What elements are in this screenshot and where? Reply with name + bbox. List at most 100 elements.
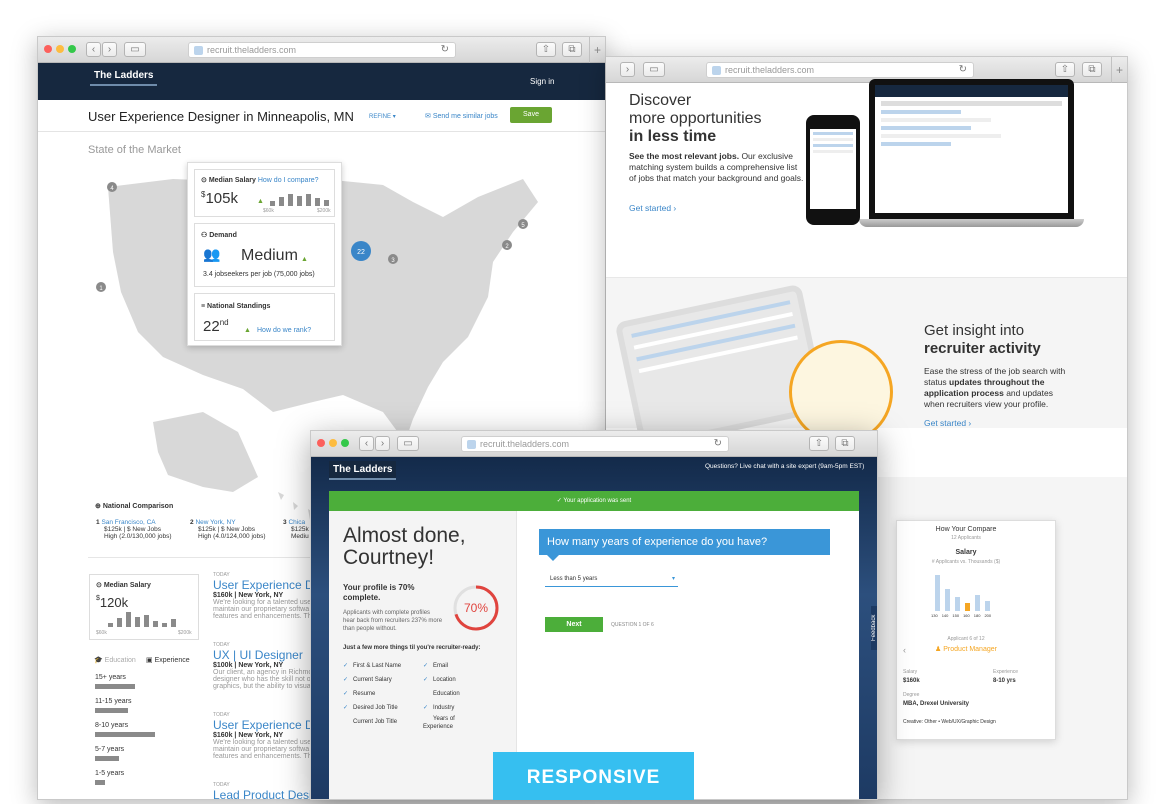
standings-suffix: nd [219, 318, 229, 327]
national-salary: $125k | $ New Jobs [198, 526, 255, 533]
checklist-item[interactable]: ✓ Email [423, 659, 473, 673]
national-item[interactable]: 2 New York, NY $125k | $ New Jobs High (… [190, 519, 280, 540]
favicon-icon [194, 46, 203, 55]
checklist-item[interactable]: ✓ Location [423, 673, 473, 687]
tabs-button[interactable]: ⧉ [562, 42, 582, 57]
forward-button[interactable]: › [102, 42, 117, 57]
up-arrow-icon: ▲ [244, 327, 251, 334]
job-item[interactable]: TODAY Lead Product Desig [213, 782, 318, 799]
national-rank: 2 [190, 519, 194, 526]
job-meta: $160k | New York, NY [213, 592, 284, 599]
save-button[interactable]: Save [510, 107, 552, 123]
national-salary: $125k | $ New Jobs [104, 526, 161, 533]
hero-line-1: Discover [629, 92, 692, 109]
briefcase-icon: ▣ [146, 657, 153, 664]
close-window-button[interactable] [44, 45, 52, 53]
ladders-logo[interactable]: The Ladders [329, 461, 397, 480]
job-item[interactable]: TODAY User Experience De $160k | New Yor… [213, 712, 320, 782]
question-progress: QUESTION 1 OF 6 [611, 622, 654, 628]
checklist-item[interactable]: ✓ Current Salary [343, 673, 401, 687]
dollar-icon: ⊙ [201, 177, 207, 184]
success-banner: ✓ Your application was sent [329, 491, 859, 511]
tabs-button[interactable]: ⧉ [1082, 62, 1102, 77]
applicant-job: ♟ Product Manager [935, 646, 997, 653]
close-window-button[interactable] [317, 439, 325, 447]
back-button[interactable]: ‹ [359, 436, 374, 451]
signin-link[interactable]: Sign in [530, 77, 554, 86]
national-city[interactable]: San Francisco, CA [101, 519, 155, 526]
national-item[interactable]: 1 San Francisco, CA $125k | $ New Jobs H… [96, 519, 186, 540]
back-button[interactable]: ‹ [86, 42, 101, 57]
national-city[interactable]: New York, NY [195, 519, 235, 526]
refine-dropdown[interactable]: REFINE ▾ [369, 113, 396, 120]
side-salary-histogram [108, 611, 176, 627]
feedback-tab[interactable]: Feedback [871, 606, 877, 650]
forward-button[interactable]: › [620, 62, 635, 77]
tab-experience[interactable]: ▣ Experience [146, 656, 190, 664]
experience-select[interactable]: Less than 5 years ▾ [545, 572, 678, 587]
checklist-item[interactable]: ✓ First & Last Name [343, 659, 401, 673]
new-tab-button[interactable]: + [589, 37, 605, 63]
check-icon: ✓ [343, 691, 349, 697]
reload-icon[interactable]: ↻ [441, 43, 449, 57]
chevron-down-icon: ▾ [392, 114, 396, 120]
address-bar[interactable]: recruit.theladders.com ↻ [461, 436, 729, 452]
responsive-badge: RESPONSIVE [493, 752, 694, 800]
side-salary-value: 120k [99, 595, 129, 610]
standings-card: ≡ National Standings 22nd ▲ How do we ra… [194, 293, 335, 341]
get-started-link-2[interactable]: Get started › [924, 418, 971, 428]
job-title: User Experience De [213, 578, 321, 592]
exp-level: 8-10 years [95, 722, 155, 746]
tabs-button[interactable]: ⧉ [835, 436, 855, 451]
laptop-screen [875, 85, 1068, 213]
rank-link[interactable]: How do we rank? [257, 327, 311, 334]
minimize-window-button[interactable] [329, 439, 337, 447]
zoom-window-button[interactable] [341, 439, 349, 447]
minimize-window-button[interactable] [56, 45, 64, 53]
checklist-item[interactable]: ✓ Desired Job Title [343, 701, 401, 715]
national-salary: $125k [291, 526, 309, 533]
ladders-logo[interactable]: The Ladders [90, 67, 158, 86]
zoom-window-button[interactable] [68, 45, 76, 53]
experience-value: 8-10 yrs [993, 678, 1016, 684]
sidebar-toggle-button[interactable]: ▭ [397, 436, 419, 451]
checklist-col-1: ✓ First & Last Name ✓ Current Salary ✓ Resu… [343, 659, 401, 729]
send-similar-link[interactable]: ✉ Send me similar jobs [425, 112, 498, 120]
live-chat-link[interactable]: Questions? Live chat with a site expert … [705, 463, 864, 470]
insight-line-1: Get insight into [924, 322, 1025, 339]
share-button[interactable]: ⇧ [1055, 62, 1075, 77]
checklist-item[interactable]: ✓Current Job Title [343, 715, 401, 729]
job-list: TODAY User Experience De $160k | New Yor… [213, 572, 321, 799]
checklist-item[interactable]: ✓ Industry [423, 701, 473, 715]
responsive-label: RESPONSIVE [526, 767, 661, 788]
sidebar-toggle-button[interactable]: ▭ [124, 42, 146, 57]
forward-button[interactable]: › [375, 436, 390, 451]
sidebar-toggle-button[interactable]: ▭ [643, 62, 665, 77]
job-title: UX | UI Designer [213, 648, 303, 662]
url-text: recruit.theladders.com [725, 65, 815, 75]
address-bar[interactable]: recruit.theladders.com ↻ [706, 62, 974, 78]
hero-line-2: more opportunities [629, 110, 762, 127]
new-tab-button[interactable]: + [1111, 57, 1127, 83]
compare-subtitle: 12 Applicants [951, 535, 981, 541]
address-bar[interactable]: recruit.theladders.com ↻ [188, 42, 456, 58]
page-title: User Experience Designer in Minneapolis,… [88, 109, 354, 124]
national-rank: 3 [283, 519, 287, 526]
send-similar-label: Send me similar jobs [432, 113, 498, 120]
job-item[interactable]: TODAY User Experience De $160k | New Yor… [213, 572, 321, 642]
compare-link[interactable]: How do I compare? [258, 177, 319, 184]
checklist-item[interactable]: ✓ Resume [343, 687, 401, 701]
national-city[interactable]: Chica [288, 519, 305, 526]
share-button[interactable]: ⇧ [536, 42, 556, 57]
reload-icon[interactable]: ↻ [959, 63, 967, 77]
share-button[interactable]: ⇧ [809, 436, 829, 451]
checklist-item[interactable]: ✓Years of Experience [423, 715, 473, 731]
job-item[interactable]: TODAY UX | UI Designer $100k | New York,… [213, 642, 313, 712]
people-icon: ⚇ [201, 232, 208, 239]
salary-max-label: $200k [317, 208, 331, 214]
checklist-item[interactable]: ✓Education [423, 687, 473, 701]
get-started-link[interactable]: Get started › [629, 203, 676, 213]
tab-education[interactable]: 🎓 Education [94, 656, 136, 664]
next-button[interactable]: Next [545, 617, 603, 632]
reload-icon[interactable]: ↻ [714, 437, 722, 451]
